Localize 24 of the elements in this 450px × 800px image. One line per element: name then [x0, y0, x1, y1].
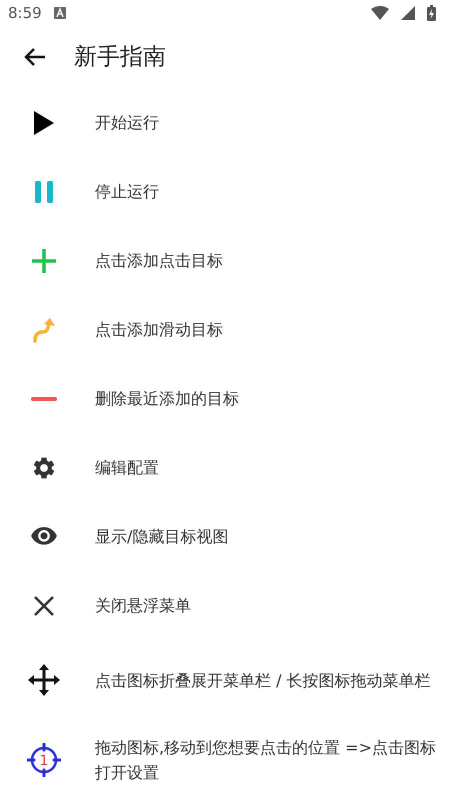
- guide-text: 拖动图标,移动到您想要点击的位置 =>点击图标打开设置: [95, 737, 436, 784]
- guide-text: 显示/隐藏目标视图: [95, 526, 228, 548]
- guide-text: 开始运行: [95, 112, 159, 134]
- curved-arrow-icon: [32, 316, 56, 342]
- play-icon: [32, 110, 54, 136]
- move-arrows-icon: [28, 664, 60, 696]
- page-title: 新手指南: [74, 43, 166, 72]
- guide-text: 关闭悬浮菜单: [95, 595, 191, 617]
- guide-text: 点击图标折叠展开菜单栏 / 长按图标拖动菜单栏: [95, 670, 431, 692]
- guide-text: 点击添加滑动目标: [95, 319, 223, 341]
- guide-text: 点击添加点击目标: [95, 250, 223, 272]
- keyboard-icon: [54, 6, 66, 19]
- guide-text: 停止运行: [95, 181, 159, 203]
- close-icon: [32, 594, 54, 616]
- signal-icon: [401, 6, 415, 20]
- status-time: 8:59: [8, 4, 42, 22]
- wifi-icon: [371, 6, 389, 20]
- guide-text: 删除最近添加的目标: [95, 388, 239, 410]
- plus-icon: [30, 248, 56, 274]
- guide-text: 编辑配置: [95, 457, 159, 479]
- battery-icon: [427, 4, 436, 21]
- pause-icon: [34, 180, 54, 204]
- eye-icon: [30, 526, 58, 546]
- minus-icon: [30, 396, 56, 402]
